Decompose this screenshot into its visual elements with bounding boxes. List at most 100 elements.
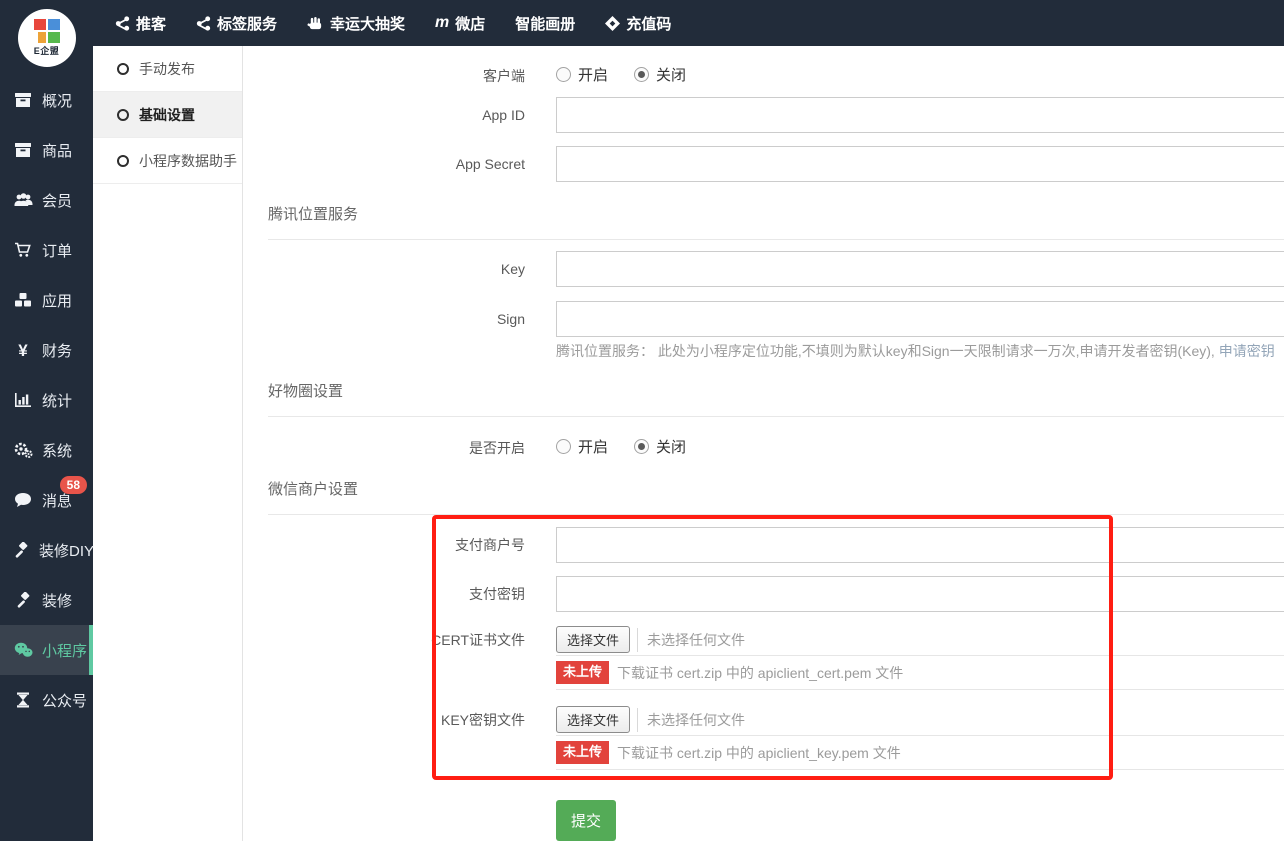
radio-icon[interactable] — [556, 439, 571, 454]
yen-icon: ¥ — [13, 342, 33, 359]
sidebar-item-label: 装修DIY — [39, 540, 94, 561]
sidebar-item-label: 统计 — [42, 390, 72, 411]
topnav-item-recharge-code[interactable]: 充值码 — [605, 13, 671, 34]
topnav-label: 推客 — [136, 13, 166, 34]
sidebar-item-label: 应用 — [42, 290, 72, 311]
key-label: Key — [243, 251, 525, 287]
wechat-icon — [13, 642, 33, 658]
topnav-item-smart-album[interactable]: 智能画册 — [515, 13, 575, 34]
cert-no-file-text: 未选择任何文件 — [647, 630, 745, 650]
sidebar-item-decorate-diy[interactable]: 装修DIY — [0, 525, 93, 575]
circle-icon — [117, 63, 129, 75]
topnav-item-tag-service[interactable]: 标签服务 — [196, 13, 277, 34]
sidebar-item-official-account[interactable]: 公众号 — [0, 675, 93, 725]
radio-checked-icon[interactable] — [634, 439, 649, 454]
sidebar-item-label: 小程序 — [42, 640, 87, 661]
app-id-input[interactable] — [556, 97, 1284, 133]
cert-hint: 下载证书 cert.zip 中的 apiclient_cert.pem 文件 — [617, 663, 903, 683]
comment-icon — [13, 492, 33, 508]
keyfile-input-row: 选择文件 未选择任何文件 — [556, 704, 1284, 736]
cubes-icon — [13, 292, 33, 308]
key-input[interactable] — [556, 251, 1284, 287]
sidebar-item-system[interactable]: 系统 — [0, 425, 93, 475]
client-radio-off[interactable]: 关闭 — [634, 64, 686, 85]
lucky-draw-hand-icon — [307, 16, 324, 31]
subnav-item-label: 小程序数据助手 — [139, 151, 237, 171]
topnav-label: 微店 — [455, 13, 485, 34]
brand-logo-text: E企盟 — [34, 44, 60, 57]
sidebar-item-label: 会员 — [42, 190, 72, 211]
bar-chart-icon — [13, 392, 33, 408]
sign-label: Sign — [243, 301, 525, 337]
sign-input[interactable] — [556, 301, 1284, 337]
sidebar-item-mini-program[interactable]: 小程序 — [0, 625, 93, 675]
sidebar-item-members[interactable]: 会员 — [0, 175, 93, 225]
cert-not-uploaded-badge: 未上传 — [556, 661, 609, 683]
subnav-item-label: 手动发布 — [139, 59, 195, 79]
brand-logo[interactable]: E企盟 — [0, 0, 93, 75]
keyfile-choose-file-button[interactable]: 选择文件 — [556, 706, 630, 733]
main-sidebar: E企盟 概况 商品 会员 订单 应用 ¥ 财务 统计 系统 消息 58 装修DI… — [0, 0, 93, 841]
sidebar-item-messages[interactable]: 消息 58 — [0, 475, 93, 525]
gears-icon — [13, 442, 33, 458]
archive-box-icon — [13, 142, 33, 158]
subnav-item-basic-settings[interactable]: 基础设置 — [93, 92, 242, 138]
share-icon — [115, 16, 130, 31]
sidebar-item-overview[interactable]: 概况 — [0, 75, 93, 125]
sidebar-item-orders[interactable]: 订单 — [0, 225, 93, 275]
keyfile-status-row: 未上传 下载证书 cert.zip 中的 apiclient_key.pem 文… — [556, 736, 1284, 770]
sidebar-item-products[interactable]: 商品 — [0, 125, 93, 175]
gavel-icon — [13, 542, 30, 558]
pay-merchant-label: 支付商户号 — [243, 527, 525, 563]
radio-icon[interactable] — [556, 67, 571, 82]
users-icon — [13, 192, 33, 208]
enable-radio-off[interactable]: 关闭 — [634, 436, 686, 457]
cert-choose-file-button[interactable]: 选择文件 — [556, 626, 630, 653]
section-tencent-location: 腾讯位置服务 — [268, 203, 1284, 240]
app-secret-label: App Secret — [243, 146, 525, 182]
archive-box-icon — [13, 92, 33, 108]
client-label: 客户端 — [243, 66, 525, 86]
client-radio-on[interactable]: 开启 — [556, 64, 608, 85]
sidebar-item-finance[interactable]: ¥ 财务 — [0, 325, 93, 375]
enable-radio-group: 开启 关闭 — [556, 436, 686, 457]
pay-secret-input[interactable] — [556, 576, 1284, 612]
topnav-item-lucky-draw[interactable]: 幸运大抽奖 — [307, 13, 405, 34]
sidebar-item-decorate[interactable]: 装修 — [0, 575, 93, 625]
pay-secret-label: 支付密钥 — [243, 576, 525, 612]
client-radio-group: 开启 关闭 — [556, 64, 686, 85]
pay-merchant-input[interactable] — [556, 527, 1284, 563]
keyfile-hint: 下载证书 cert.zip 中的 apiclient_key.pem 文件 — [617, 743, 901, 763]
subnav-item-manual-publish[interactable]: 手动发布 — [93, 46, 242, 92]
share-icon — [196, 16, 211, 31]
circle-icon — [117, 155, 129, 167]
message-count-badge: 58 — [60, 476, 87, 494]
cert-status-row: 未上传 下载证书 cert.zip 中的 apiclient_cert.pem … — [556, 656, 1284, 690]
settings-form: 客户端 开启 关闭 App ID App Secret 腾讯位置服务 Key S… — [243, 46, 1284, 841]
sidebar-item-apps[interactable]: 应用 — [0, 275, 93, 325]
topnav-label: 标签服务 — [217, 13, 277, 34]
app-secret-input[interactable] — [556, 146, 1284, 182]
sign-hint: 腾讯位置服务： 此处为小程序定位功能,不填则为默认key和Sign一天限制请求一… — [556, 341, 1275, 361]
weidian-m-icon: m — [435, 15, 449, 31]
apply-key-link[interactable]: 申请密钥 — [1219, 343, 1275, 359]
brand-logo-icon — [34, 19, 60, 43]
circle-icon — [117, 109, 129, 121]
topnav-item-tuike[interactable]: 推客 — [115, 13, 166, 34]
topnav-label: 充值码 — [626, 13, 671, 34]
subnav-item-data-assistant[interactable]: 小程序数据助手 — [93, 138, 242, 184]
cert-file-label: CERT证书文件 — [243, 624, 525, 656]
enable-radio-on[interactable]: 开启 — [556, 436, 608, 457]
section-haowuquan: 好物圈设置 — [268, 380, 1284, 417]
submit-button[interactable]: 提交 — [556, 800, 616, 841]
topnav-label: 幸运大抽奖 — [330, 13, 405, 34]
sidebar-item-label: 公众号 — [42, 690, 87, 711]
sidebar-item-label: 财务 — [42, 340, 72, 361]
cert-file-input-row: 选择文件 未选择任何文件 — [556, 624, 1284, 656]
sidebar-item-statistics[interactable]: 统计 — [0, 375, 93, 425]
radio-checked-icon[interactable] — [634, 67, 649, 82]
hourglass-icon — [13, 692, 33, 708]
topnav-item-weidian[interactable]: m 微店 — [435, 13, 485, 34]
keyfile-not-uploaded-badge: 未上传 — [556, 741, 609, 763]
recharge-ticket-icon — [605, 16, 620, 31]
